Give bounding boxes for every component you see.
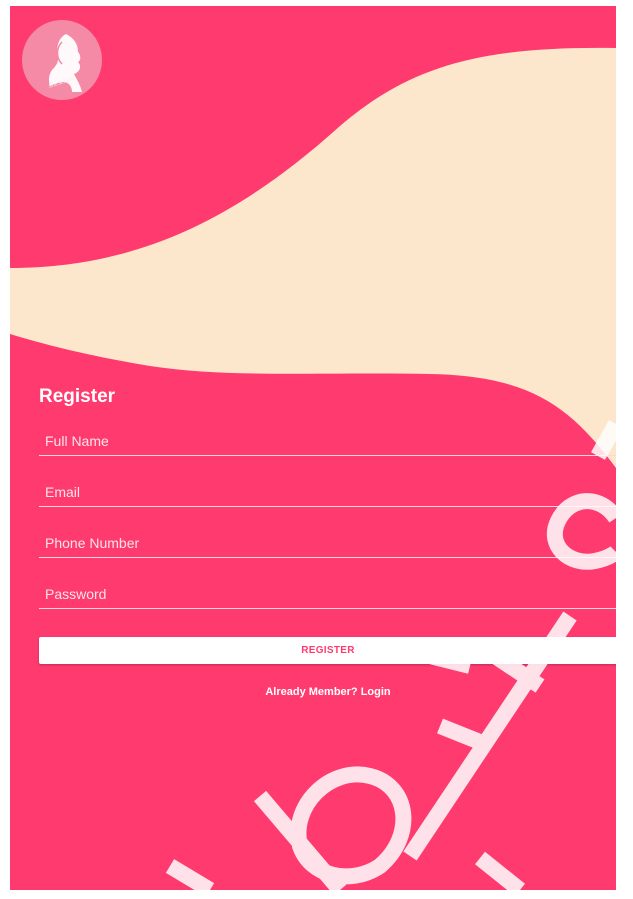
login-link[interactable]: Already Member? Login <box>39 686 616 698</box>
password-field[interactable] <box>39 582 616 609</box>
phone-number-field[interactable] <box>39 531 616 558</box>
full-name-field[interactable] <box>39 429 616 456</box>
full-name-input[interactable] <box>39 429 615 453</box>
app-logo: SheSecure <box>22 20 102 100</box>
password-input[interactable] <box>39 582 615 606</box>
phone-number-input[interactable] <box>39 531 615 555</box>
register-screen: SheSecure Register REGISTER Already Memb… <box>10 6 616 890</box>
woman-silhouette-icon <box>48 34 82 92</box>
page-title: Register <box>39 386 116 407</box>
register-button[interactable]: REGISTER <box>39 637 616 664</box>
email-field[interactable] <box>39 480 616 507</box>
email-input[interactable] <box>39 480 615 504</box>
